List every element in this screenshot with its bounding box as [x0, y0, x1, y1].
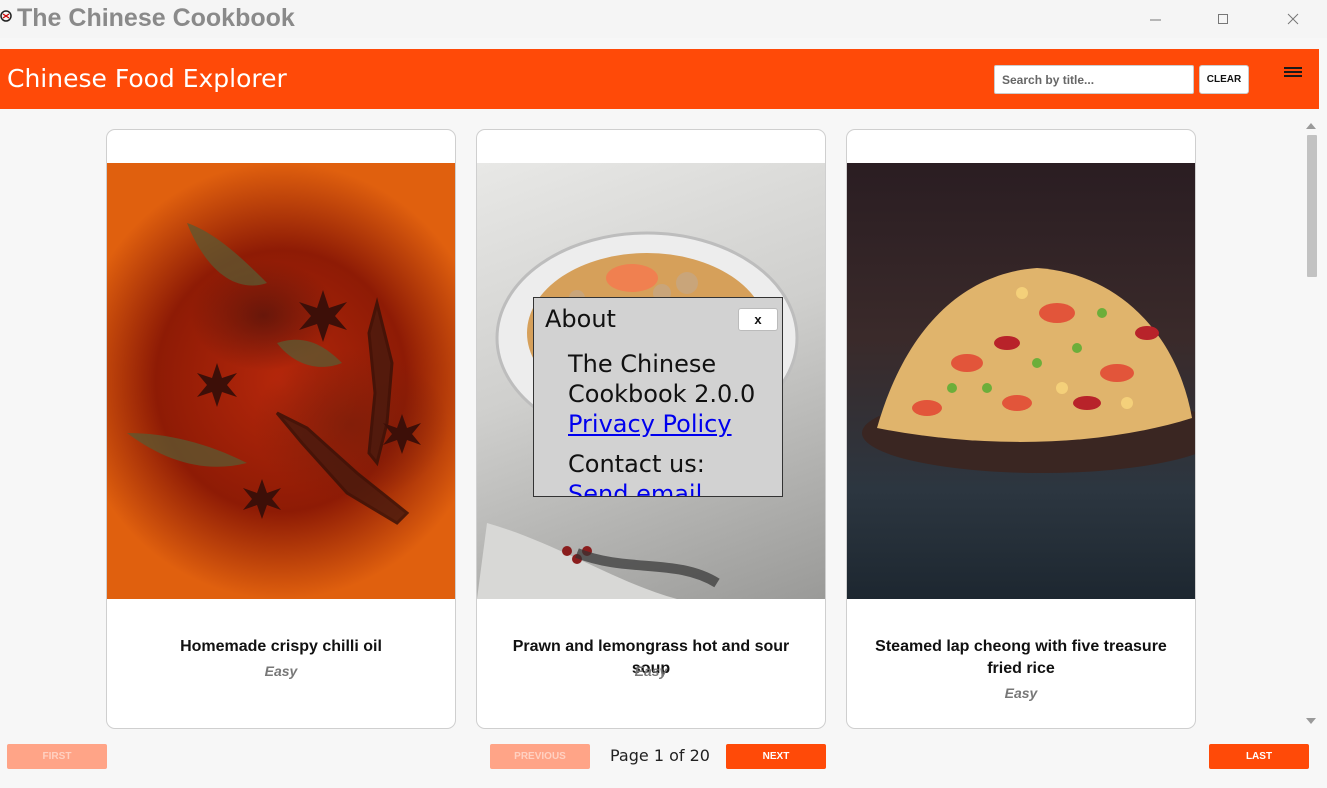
hamburger-menu-icon[interactable]	[1284, 67, 1302, 81]
about-close-button[interactable]: x	[738, 308, 778, 331]
window-titlebar: The Chinese Cookbook	[0, 0, 1327, 38]
window-title: The Chinese Cookbook	[17, 4, 295, 32]
about-dialog: About x The Chinese Cookbook 2.0.0 Priva…	[533, 297, 783, 497]
search-input[interactable]	[994, 65, 1194, 94]
previous-page-button[interactable]: PREVIOUS	[490, 744, 590, 769]
about-body: The Chinese Cookbook 2.0.0 Privacy Polic…	[568, 349, 778, 496]
send-email-link[interactable]: Send email	[568, 480, 702, 496]
recipe-difficulty: Easy	[634, 663, 668, 679]
recipe-image	[107, 163, 455, 599]
recipe-difficulty: Easy	[1004, 685, 1038, 701]
app-header: Chinese Food Explorer CLEAR	[0, 49, 1319, 109]
next-page-button[interactable]: NEXT	[726, 744, 826, 769]
recipe-card[interactable]: Steamed lap cheong with five treasure fr…	[846, 129, 1196, 729]
privacy-policy-link[interactable]: Privacy Policy	[568, 410, 732, 438]
close-window-button[interactable]	[1270, 0, 1316, 38]
brand-title: Chinese Food Explorer	[7, 64, 287, 93]
maximize-button[interactable]	[1200, 0, 1246, 38]
last-page-button[interactable]: LAST	[1209, 744, 1309, 769]
maximize-icon	[1217, 13, 1228, 24]
first-page-button[interactable]: FIRST	[7, 744, 107, 769]
page-indicator: Page 1 of 20	[610, 746, 710, 765]
scrollbar-thumb[interactable]	[1307, 135, 1317, 277]
scroll-up-arrow[interactable]	[1306, 123, 1316, 129]
close-icon	[1287, 13, 1299, 25]
about-version: The Chinese Cookbook 2.0.0	[568, 350, 756, 408]
contact-label: Contact us:	[568, 450, 705, 478]
clear-button[interactable]: CLEAR	[1199, 65, 1249, 94]
scroll-down-arrow[interactable]	[1306, 718, 1316, 724]
minimize-button[interactable]	[1132, 0, 1178, 38]
recipe-title: Steamed lap cheong with five treasure fr…	[875, 638, 1167, 677]
recipe-card[interactable]: Homemade crispy chilli oil Easy	[106, 129, 456, 729]
recipe-image	[847, 163, 1195, 599]
app-icon	[0, 10, 12, 22]
fried-rice-illustration	[862, 268, 1195, 473]
minimize-icon	[1149, 19, 1161, 20]
about-title: About	[545, 305, 616, 333]
recipe-difficulty: Easy	[264, 663, 298, 679]
recipe-title: Homemade crispy chilli oil	[180, 638, 382, 655]
chilli-oil-illustration	[127, 223, 421, 525]
